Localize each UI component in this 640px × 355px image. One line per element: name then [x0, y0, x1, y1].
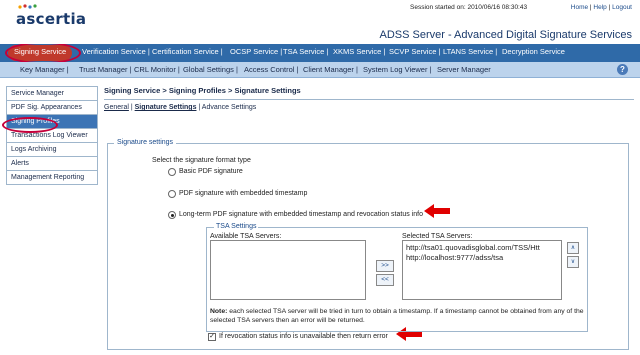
tsa-settings-legend: TSA Settings: [214, 223, 259, 230]
nav-client-manager[interactable]: Client Manager |: [303, 65, 358, 74]
move-up-button[interactable]: ∧: [567, 242, 579, 254]
sidebar-item-alerts[interactable]: Alerts: [6, 156, 98, 171]
available-tsa-list[interactable]: [210, 240, 366, 300]
secondary-nav: Key Manager | Trust Manager | CRL Monito…: [0, 62, 640, 78]
radio-button[interactable]: [168, 190, 176, 198]
sidebar-item-logs-archiving[interactable]: Logs Archiving: [6, 142, 98, 157]
tab-general[interactable]: General: [104, 104, 129, 111]
nav-key-manager[interactable]: Key Manager |: [20, 65, 69, 74]
help-link[interactable]: Help: [593, 4, 606, 11]
radio-label: PDF signature with embedded timestamp: [179, 190, 308, 197]
format-prompt: Select the signature format type: [152, 157, 251, 164]
radio-button[interactable]: [168, 168, 176, 176]
logout-link[interactable]: Logout: [612, 4, 632, 11]
sidebar-item-management-reporting[interactable]: Management Reporting: [6, 170, 98, 185]
nav-global-settings[interactable]: Global Settings |: [183, 65, 238, 74]
help-icon[interactable]: ?: [617, 64, 628, 75]
divider: [104, 99, 634, 100]
home-link[interactable]: Home: [571, 4, 588, 11]
radio-button-selected[interactable]: [168, 211, 176, 219]
nav-scvp-service[interactable]: SCVP Service |: [389, 47, 440, 56]
available-tsa-label: Available TSA Servers:: [210, 233, 282, 240]
session-info: Session started on: 2010/06/16 08:30:43: [410, 4, 528, 11]
nav-xkms-service[interactable]: XKMS Service |: [333, 47, 385, 56]
nav-verification-service[interactable]: Verification Service |: [82, 47, 150, 56]
nav-server-manager[interactable]: Server Manager: [437, 65, 491, 74]
list-item[interactable]: http://localhost:9777/adss/tsa: [406, 253, 558, 263]
red-arrow-icon: [424, 204, 450, 218]
note-text: each selected TSA server will be tried i…: [210, 308, 584, 324]
main-content: Signing Service > Signing Profiles > Sig…: [104, 86, 634, 111]
nav-trust-manager[interactable]: Trust Manager |: [79, 65, 132, 74]
revocation-checkbox[interactable]: ✓: [208, 333, 216, 341]
note-label: Note:: [210, 308, 228, 315]
nav-crl-monitor[interactable]: CRL Monitor |: [134, 65, 180, 74]
breadcrumb: Signing Service > Signing Profiles > Sig…: [104, 86, 301, 95]
list-item[interactable]: http://tsa01.quovadisglobal.com/TSS/Htt: [406, 243, 558, 253]
nav-access-control[interactable]: Access Control |: [244, 65, 298, 74]
nav-tsa-service[interactable]: TSA Service |: [283, 47, 328, 56]
subtabs: General | Signature Settings | Advance S…: [104, 104, 257, 111]
selected-tsa-list[interactable]: http://tsa01.quovadisglobal.com/TSS/Htt …: [402, 240, 562, 300]
radio-label: Basic PDF signature: [179, 168, 243, 175]
nav-decryption-service[interactable]: Decryption Service: [502, 47, 565, 56]
sidebar-item-service-manager[interactable]: Service Manager: [6, 86, 98, 101]
signature-settings-legend: Signature settings: [114, 139, 177, 146]
nav-ltans-service[interactable]: LTANS Service |: [443, 47, 497, 56]
selected-tsa-label: Selected TSA Servers:: [402, 233, 473, 240]
header: ascertia Session started on: 2010/06/16 …: [0, 0, 640, 44]
radio-label: Long-term PDF signature with embedded ti…: [179, 211, 423, 218]
tab-advance-settings[interactable]: Advance Settings: [202, 104, 256, 111]
nav-system-log-viewer[interactable]: System Log Viewer |: [363, 65, 432, 74]
revocation-checkbox-label: If revocation status info is unavailable…: [219, 333, 388, 340]
move-down-button[interactable]: ∨: [567, 256, 579, 268]
top-links: Home | Help | Logout: [570, 4, 632, 11]
sidebar-item-pdf-sig-appearances[interactable]: PDF Sig. Appearances: [6, 100, 98, 115]
tsa-note: Note: each selected TSA server will be t…: [210, 307, 586, 325]
app-title: ADSS Server - Advanced Digital Signature…: [379, 29, 632, 41]
tab-signature-settings[interactable]: Signature Settings: [135, 104, 197, 111]
logo: ascertia: [16, 10, 87, 28]
nav-certification-service[interactable]: Certification Service |: [152, 47, 223, 56]
primary-nav: Signing Service Verification Service | C…: [0, 44, 640, 62]
sidebar: Service Manager PDF Sig. Appearances Sig…: [2, 86, 98, 185]
add-tsa-button[interactable]: >>: [376, 260, 394, 272]
highlight-oval-nav: [5, 44, 81, 62]
highlight-oval-sidebar: [2, 117, 58, 133]
nav-ocsp-service[interactable]: OCSP Service |: [230, 47, 282, 56]
remove-tsa-button[interactable]: <<: [376, 274, 394, 286]
